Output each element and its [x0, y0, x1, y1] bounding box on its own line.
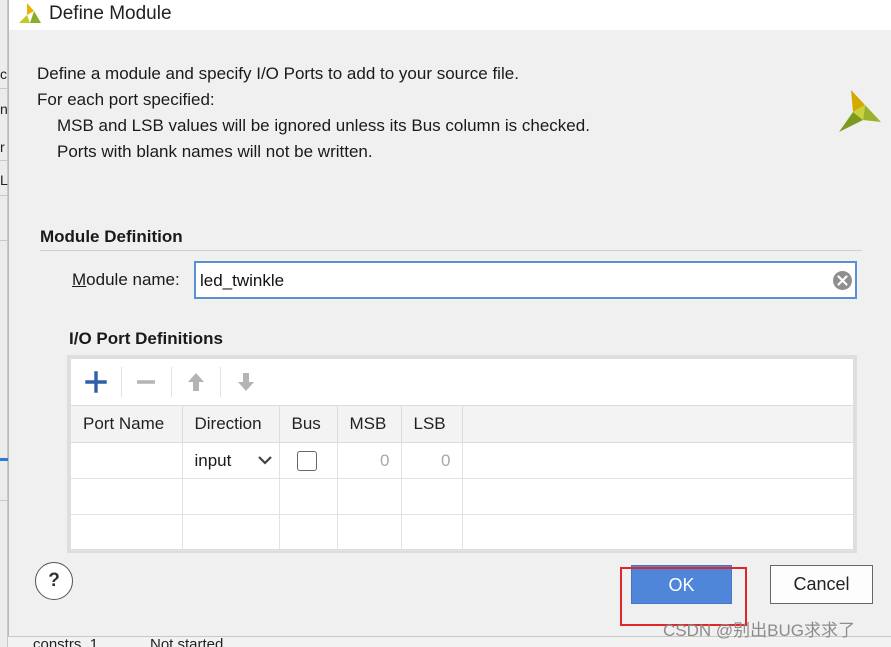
- toolbar-separator: [121, 367, 122, 397]
- empty-cell[interactable]: [401, 514, 463, 551]
- define-module-dialog: Define Module Define a module and specif…: [8, 0, 891, 636]
- bus-checkbox[interactable]: [296, 450, 317, 471]
- vivado-brand-icon: [839, 90, 881, 132]
- msb-cell[interactable]: 0: [337, 442, 402, 479]
- module-name-field[interactable]: [194, 261, 857, 299]
- module-name-input[interactable]: [200, 269, 820, 293]
- background-divider: [0, 195, 8, 196]
- direction-value: input: [194, 450, 232, 470]
- move-up-icon: [188, 373, 204, 391]
- io-port-definitions-heading: I/O Port Definitions: [69, 329, 223, 348]
- module-name-label-text: odule name:: [86, 270, 180, 289]
- io-port-panel: Port Name Direction Bus MSB LSB input 0 …: [67, 355, 857, 553]
- section-divider: [40, 250, 862, 251]
- background-divider: [0, 240, 8, 241]
- column-header-bus[interactable]: Bus: [279, 405, 338, 443]
- intro-line: Define a module and specify I/O Ports to…: [37, 64, 519, 83]
- background-divider: [0, 88, 8, 89]
- background-text-fragment: r: [0, 139, 5, 155]
- intro-text: Define a module and specify I/O Ports to…: [37, 61, 590, 165]
- title-bar: Define Module: [9, 0, 891, 30]
- intro-line: MSB and LSB values will be ignored unles…: [57, 116, 590, 135]
- watermark: CSDN @别出BUG求求了: [663, 621, 855, 640]
- column-header-msb[interactable]: MSB: [337, 405, 402, 443]
- toolbar-separator: [220, 367, 221, 397]
- clear-icon[interactable]: [832, 270, 853, 291]
- cancel-button[interactable]: Cancel: [770, 565, 873, 604]
- direction-select[interactable]: input: [182, 442, 280, 479]
- intro-line: For each port specified:: [37, 90, 215, 109]
- column-header-lsb[interactable]: LSB: [401, 405, 463, 443]
- empty-cell[interactable]: [279, 478, 338, 515]
- help-button[interactable]: ?: [35, 562, 73, 600]
- add-port-button[interactable]: [83, 369, 109, 395]
- column-header-filler: [462, 405, 853, 443]
- port-name-cell[interactable]: [71, 442, 183, 479]
- table-row-empty: [71, 478, 853, 515]
- table-row-empty: [71, 514, 853, 551]
- chevron-down-icon: [257, 456, 272, 465]
- filler-cell: [462, 514, 853, 551]
- column-header-port-name[interactable]: Port Name: [71, 405, 183, 443]
- remove-port-button[interactable]: [133, 369, 159, 395]
- empty-cell[interactable]: [337, 478, 402, 515]
- lsb-cell[interactable]: 0: [401, 442, 463, 479]
- move-down-button[interactable]: [233, 369, 259, 395]
- toolbar-separator: [171, 367, 172, 397]
- move-up-button[interactable]: [183, 369, 209, 395]
- empty-cell[interactable]: [71, 514, 183, 551]
- empty-cell[interactable]: [279, 514, 338, 551]
- remove-icon: [137, 380, 155, 384]
- empty-cell[interactable]: [337, 514, 402, 551]
- vivado-logo-icon: [19, 3, 41, 23]
- empty-cell[interactable]: [182, 514, 280, 551]
- background-divider: [0, 500, 8, 501]
- background-run-status: Not started: [150, 636, 224, 647]
- column-header-direction[interactable]: Direction: [182, 405, 280, 443]
- background-selection-marker: [0, 458, 8, 461]
- table-header-row: Port Name Direction Bus MSB LSB: [71, 405, 853, 443]
- module-definition-heading: Module Definition: [40, 227, 183, 246]
- io-port-toolbar: [71, 359, 853, 405]
- background-run-name: constrs_1: [33, 636, 99, 647]
- move-down-icon: [238, 373, 254, 391]
- filler-cell: [462, 442, 853, 479]
- io-port-table: Port Name Direction Bus MSB LSB input 0 …: [71, 405, 853, 551]
- background-text-fragment: c: [0, 66, 7, 82]
- close-button[interactable]: [851, 0, 891, 30]
- bus-cell: [279, 442, 338, 479]
- background-divider: [0, 160, 8, 161]
- module-name-label: Module name:: [72, 270, 180, 290]
- table-row: input 0 0: [71, 442, 853, 479]
- empty-cell[interactable]: [182, 478, 280, 515]
- intro-line: Ports with blank names will not be writt…: [57, 142, 373, 161]
- module-name-accelerator: M: [72, 270, 87, 289]
- empty-cell[interactable]: [71, 478, 183, 515]
- background-text-fragment: L: [0, 172, 8, 188]
- filler-cell: [462, 478, 853, 515]
- dialog-title: Define Module: [49, 3, 172, 24]
- add-icon: [85, 371, 107, 393]
- empty-cell[interactable]: [401, 478, 463, 515]
- background-app-left-edge: c nt r L: [0, 0, 12, 647]
